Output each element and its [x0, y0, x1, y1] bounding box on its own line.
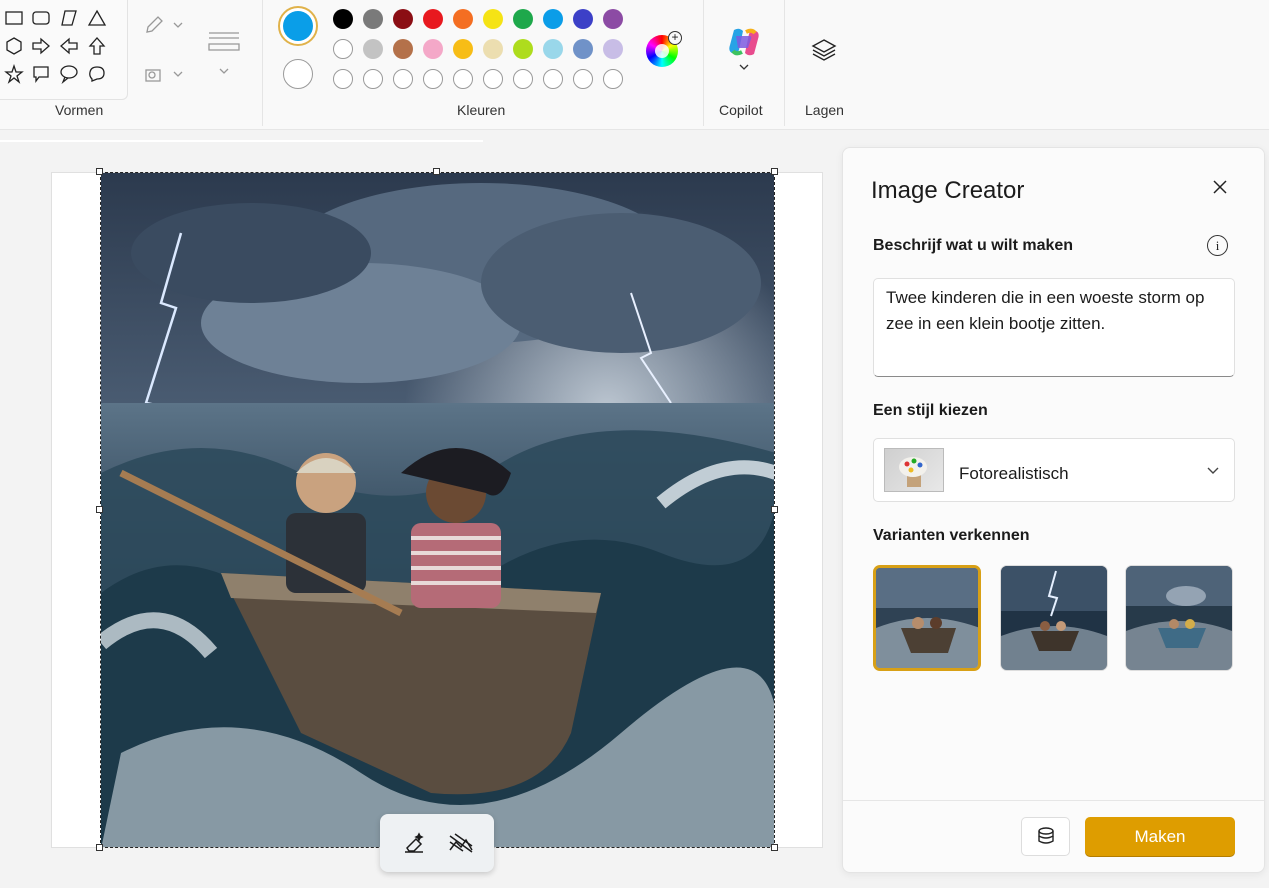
erase-background-button[interactable] — [396, 825, 432, 861]
hexagon-icon[interactable] — [3, 35, 25, 57]
resize-handle[interactable] — [433, 168, 440, 175]
resize-handle[interactable] — [771, 844, 778, 851]
color-swatch[interactable] — [333, 9, 353, 29]
remove-background-button[interactable] — [443, 825, 479, 861]
color-swatch[interactable] — [543, 39, 563, 59]
color-swatch[interactable] — [483, 39, 503, 59]
triangle-icon[interactable] — [86, 7, 108, 29]
rectangle-icon[interactable] — [3, 7, 25, 29]
color-swatch[interactable] — [393, 9, 413, 29]
variant-thumbnail-3[interactable] — [1125, 565, 1233, 671]
chevron-down-icon[interactable] — [738, 62, 750, 72]
color-swatch[interactable] — [603, 39, 623, 59]
custom-color-slot[interactable] — [453, 69, 473, 89]
panel-title: Image Creator — [871, 177, 1025, 204]
image-creator-panel: Image Creator Beschrijf wat u wilt maken… — [842, 147, 1265, 873]
fill-shape-icon — [145, 69, 161, 82]
thought-bubble-icon[interactable] — [86, 63, 108, 85]
color-swatch[interactable] — [513, 9, 533, 29]
layers-icon[interactable] — [810, 37, 838, 70]
outline-tool[interactable] — [144, 15, 184, 35]
speech-bubble-oval-icon[interactable] — [58, 63, 80, 85]
color-swatch[interactable] — [423, 9, 443, 29]
custom-color-slot[interactable] — [603, 69, 623, 89]
color-swatch[interactable] — [483, 9, 503, 29]
chevron-down-icon — [219, 68, 229, 74]
copilot-group-label: Copilot — [719, 102, 763, 118]
color-swatch[interactable] — [513, 39, 533, 59]
brush-size-chevron[interactable] — [218, 66, 230, 76]
resize-handle[interactable] — [96, 844, 103, 851]
pencil-outline-icon — [146, 16, 163, 33]
custom-color-slot[interactable] — [513, 69, 533, 89]
style-dropdown[interactable]: Fotorealistisch — [873, 438, 1235, 502]
variant-thumbnail-1[interactable] — [873, 565, 981, 671]
resize-handle[interactable] — [96, 168, 103, 175]
arrow-up-icon[interactable] — [86, 35, 108, 57]
shapes-group-label: Vormen — [55, 102, 104, 118]
make-button[interactable]: Maken — [1085, 817, 1235, 856]
parallelogram-icon[interactable] — [58, 7, 80, 29]
ribbon: Vormen + Kleuren Copilot Lagen — [0, 0, 1269, 130]
close-icon — [1213, 180, 1227, 194]
layers-stack-icon — [1037, 826, 1054, 844]
custom-color-slot[interactable] — [573, 69, 593, 89]
colors-group-label: Kleuren — [457, 102, 506, 118]
speech-bubble-rect-icon[interactable] — [30, 63, 52, 85]
style-thumbnail — [884, 448, 944, 492]
custom-color-slot[interactable] — [543, 69, 563, 89]
info-icon[interactable]: i — [1207, 235, 1228, 256]
fill-tool[interactable] — [144, 64, 184, 84]
generated-image[interactable] — [100, 172, 775, 848]
brush-size-tool[interactable] — [207, 30, 241, 54]
color-swatch[interactable] — [543, 9, 563, 29]
image-floating-toolbar — [380, 814, 494, 872]
arrow-right-icon[interactable] — [30, 35, 52, 57]
canvas-scroll-indicator — [0, 140, 483, 142]
secondary-color-indicator[interactable] — [283, 59, 313, 89]
style-label: Een stijl kiezen — [873, 402, 988, 419]
remove-background-icon — [448, 833, 473, 853]
erase-background-icon — [404, 832, 424, 853]
variants-label: Varianten verkennen — [873, 527, 1030, 544]
describe-label: Beschrijf wat u wilt maken — [873, 237, 1074, 254]
chevron-down-icon — [173, 71, 183, 77]
resize-handle[interactable] — [771, 506, 778, 513]
resize-handle[interactable] — [96, 506, 103, 513]
custom-color-slot[interactable] — [363, 69, 383, 89]
add-as-layer-button[interactable] — [1021, 817, 1070, 856]
arrow-left-icon[interactable] — [58, 35, 80, 57]
style-value: Fotorealistisch — [959, 464, 1069, 483]
custom-color-wheel-icon[interactable]: + — [646, 31, 682, 67]
shapes-gallery — [0, 0, 128, 100]
color-swatch[interactable] — [363, 9, 383, 29]
color-swatch[interactable] — [423, 39, 443, 59]
primary-color-indicator[interactable] — [278, 6, 318, 46]
layers-group-label: Lagen — [805, 102, 844, 118]
custom-color-slot[interactable] — [333, 69, 353, 89]
color-swatch[interactable] — [573, 39, 593, 59]
variant-thumbnail-2[interactable] — [1000, 565, 1108, 671]
copilot-icon[interactable] — [726, 24, 762, 65]
prompt-input[interactable] — [873, 278, 1235, 377]
color-swatch[interactable] — [603, 9, 623, 29]
panel-footer-divider — [843, 800, 1264, 801]
custom-color-slot[interactable] — [483, 69, 503, 89]
custom-color-slot[interactable] — [393, 69, 413, 89]
chevron-down-icon — [1207, 467, 1219, 474]
color-swatch[interactable] — [573, 9, 593, 29]
custom-color-slot[interactable] — [423, 69, 443, 89]
color-swatch[interactable] — [333, 39, 353, 59]
resize-handle[interactable] — [771, 168, 778, 175]
color-swatch[interactable] — [393, 39, 413, 59]
color-swatch[interactable] — [453, 39, 473, 59]
color-swatch[interactable] — [363, 39, 383, 59]
line-width-icon — [208, 32, 240, 51]
star-icon[interactable] — [3, 63, 25, 85]
primary-color-dot — [283, 11, 313, 41]
close-button[interactable] — [1209, 176, 1231, 198]
chevron-down-icon — [173, 22, 183, 28]
color-swatch[interactable] — [453, 9, 473, 29]
rounded-rectangle-icon[interactable] — [30, 7, 52, 29]
